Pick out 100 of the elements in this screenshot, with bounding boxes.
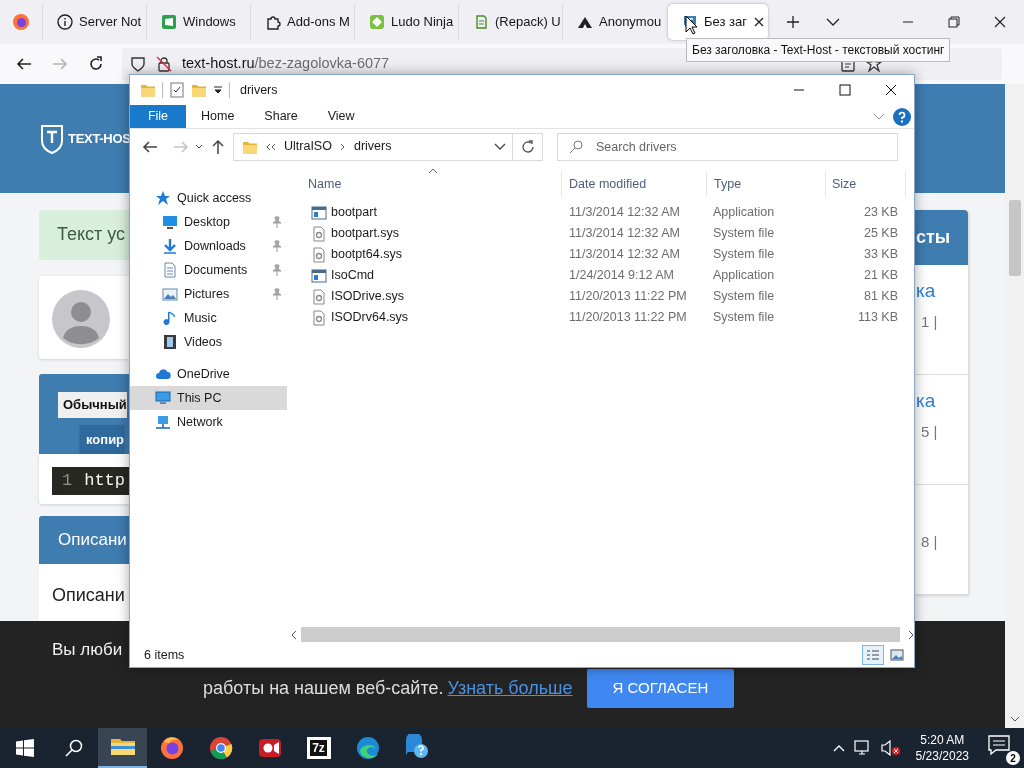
column-header[interactable]: Type [707,172,826,196]
chevron-down-icon[interactable] [826,17,840,27]
column-header[interactable]: Name [291,172,562,196]
nav-item[interactable]: Music [130,306,287,330]
window-icon [161,14,177,30]
post-meta: 1 | [920,312,939,332]
browser-tab[interactable]: Add-ons M [250,4,354,40]
post-meta: 5 | [920,422,939,442]
document-icon [473,14,489,30]
back-icon[interactable] [142,138,158,155]
refresh-button[interactable] [513,132,543,161]
file-name[interactable]: bootpart [331,203,377,222]
clock-time[interactable]: 5:20 AM [920,732,965,748]
file-type: System file [713,226,775,241]
sort-caret-icon [428,168,438,174]
firefox-icon[interactable] [12,13,30,31]
clock-date[interactable]: 5/23/2023 [915,748,969,764]
code-line: http [84,470,125,493]
restore-icon[interactable] [948,16,960,28]
chevrons-icon[interactable] [266,142,276,151]
scroll-right-icon[interactable] [908,629,914,640]
taskbar-button[interactable] [98,728,147,768]
taskbar-button[interactable]: 7z [294,728,343,768]
file-name[interactable]: bootpt64.sys [331,245,402,264]
ribbon-tab[interactable]: File [130,105,186,128]
nav-item[interactable]: Quick access [130,186,287,210]
browser-tab[interactable]: (Repack) U [458,4,562,40]
music-note-icon [162,310,178,326]
start-icon[interactable] [15,739,34,757]
site-logo[interactable]: TEXT-HOS [68,128,131,149]
download-icon [162,238,178,254]
properties-icon[interactable] [169,82,185,98]
cookie-text: работы на нашем веб-сайте. [203,677,444,700]
column-header[interactable]: Date modified [562,172,707,196]
cursor-icon [685,15,698,35]
nav-item[interactable]: Documents [130,258,287,282]
up-icon[interactable] [211,138,225,155]
browser-tab[interactable]: Server Not [42,4,146,40]
gear-file-icon [311,288,327,305]
scrollbar-thumb[interactable] [1008,200,1021,276]
reload-icon[interactable] [88,56,104,72]
ribbon-tab[interactable]: Home [186,105,250,128]
cookie-text: Вы люби [52,640,123,659]
document-icon [162,262,178,278]
notification-icon[interactable] [988,735,1010,755]
back-icon[interactable] [16,56,32,72]
file-name[interactable]: ISODrive.sys [331,287,404,306]
copy-button[interactable]: копир [80,424,125,455]
nav-item[interactable]: OneDrive [130,362,287,386]
nav-item[interactable]: Network [130,410,287,434]
file-type: System file [713,289,775,304]
ribbon-tab[interactable]: View [312,105,370,128]
agree-button[interactable]: Я СОГЛАСЕН [586,669,735,708]
column-header[interactable]: Size [826,172,906,196]
file-type: Application [713,205,775,220]
recent-locations-icon[interactable] [195,143,203,150]
search-field[interactable]: Search drivers [557,132,898,161]
browser-tab[interactable]: Ludo Ninja [354,4,458,40]
file-size: 23 KB [863,205,898,220]
chevron-up-icon[interactable] [832,744,845,752]
shield-logo-icon [40,123,64,154]
browser-tab[interactable]: Anonymou [562,4,666,40]
file-date: 11/20/2013 11:22 PM [569,310,687,325]
section-text: Описани [39,564,129,621]
nav-item[interactable]: Videos [130,330,287,354]
browser-tab[interactable]: Без заг [668,4,768,40]
syntax-label: Обычный [58,392,127,418]
search-icon[interactable] [64,739,83,757]
expand-ribbon-icon[interactable] [873,112,885,121]
maximize-icon[interactable] [839,84,851,96]
address-bar[interactable]: UltraISO drivers [233,132,513,161]
close-icon[interactable] [885,84,897,96]
learn-more-link[interactable]: Узнать больше [447,675,573,702]
scrollbar[interactable] [1005,84,1024,728]
post-link[interactable]: ка [916,390,968,412]
file-name[interactable]: IsoCmd [331,266,375,285]
file-date: 1/24/2014 9:12 AM [569,268,674,283]
close-icon[interactable] [753,16,765,28]
browser-tab[interactable]: Windows [146,4,250,40]
new-tab-icon[interactable] [786,15,800,29]
post-link[interactable]: ка [916,280,968,302]
nav-item[interactable]: Desktop [130,210,287,234]
puzzle-icon [265,14,281,30]
nav-item[interactable]: Pictures [130,282,287,306]
network-icon[interactable] [853,740,872,756]
scroll-left-icon[interactable] [291,629,297,640]
file-name[interactable]: bootpart.sys [331,224,400,243]
address-dropdown-icon[interactable] [494,142,506,151]
archive-icon[interactable]: 7z [306,737,331,759]
breadcrumb-item[interactable]: UltraISO [284,137,332,156]
volume-muted-icon[interactable] [880,740,901,756]
file-name[interactable]: ISODrv64.sys [331,308,409,327]
scrollbar-thumb[interactable] [301,627,900,642]
dropdown-icon[interactable] [213,85,223,95]
nav-item[interactable]: This PC [130,386,287,410]
file-size: 113 KB [857,310,898,325]
nav-item[interactable]: Downloads [130,234,287,258]
ribbon-tab[interactable]: Share [249,105,313,128]
breadcrumb-item[interactable]: drivers [353,137,392,156]
close-icon[interactable] [994,16,1006,28]
